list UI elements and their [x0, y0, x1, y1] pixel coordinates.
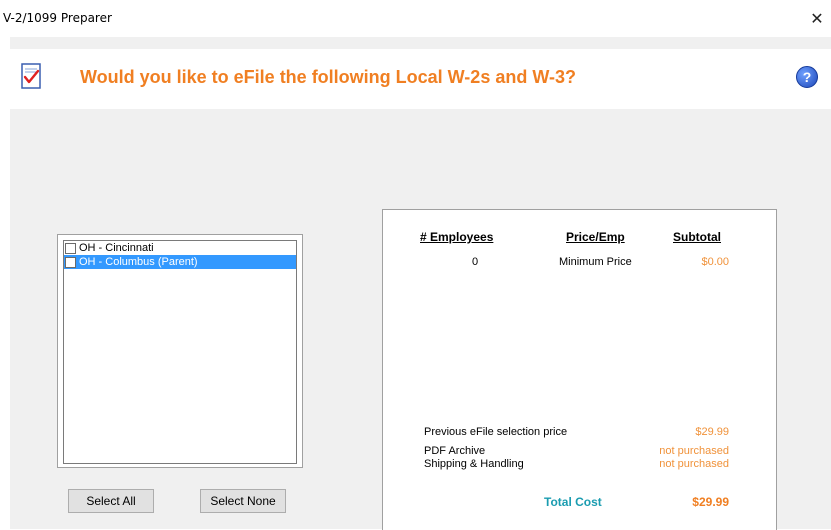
- subtotal-header: Subtotal: [673, 230, 721, 244]
- previous-efile-value: $29.99: [695, 426, 729, 438]
- shipping-value: not purchased: [659, 458, 729, 470]
- window-title: V-2/1099 Preparer: [3, 11, 112, 25]
- header-band: Would you like to eFile the following Lo…: [10, 49, 831, 109]
- close-icon: ✕: [810, 10, 824, 28]
- select-all-button[interactable]: Select All: [68, 489, 154, 513]
- checkbox[interactable]: [65, 242, 76, 254]
- price-per-emp-value: Minimum Price: [559, 256, 632, 268]
- select-none-button[interactable]: Select None: [200, 489, 286, 513]
- list-item-label: OH - Cincinnati: [79, 242, 154, 254]
- help-icon[interactable]: ?: [796, 66, 818, 88]
- list-item-label: OH - Columbus (Parent): [79, 256, 198, 268]
- page-title: Would you like to eFile the following Lo…: [80, 67, 576, 87]
- help-glyph: ?: [802, 69, 812, 85]
- total-cost-value: $29.99: [692, 495, 729, 509]
- close-button[interactable]: ✕: [803, 0, 831, 37]
- subtotal-value: $0.00: [701, 256, 729, 268]
- employees-header: # Employees: [420, 230, 494, 244]
- list-item-columbus[interactable]: OH - Columbus (Parent): [64, 255, 296, 269]
- pdf-archive-value: not purchased: [659, 445, 729, 457]
- employees-count: 0: [472, 256, 479, 268]
- pdf-archive-label: PDF Archive: [424, 445, 486, 457]
- dialog-body: Would you like to eFile the following Lo…: [10, 37, 831, 530]
- total-cost-label: Total Cost: [544, 495, 602, 509]
- document-check-icon: [21, 63, 41, 89]
- cost-summary-panel: # Employees Price/Emp Subtotal 0 Minimum…: [382, 209, 777, 530]
- checkbox[interactable]: [65, 256, 76, 268]
- locals-list-frame: OH - Cincinnati OH - Columbus (Parent): [57, 234, 303, 468]
- list-item-cincinnati[interactable]: OH - Cincinnati: [64, 241, 296, 255]
- price-per-emp-header: Price/Emp: [566, 230, 625, 244]
- previous-efile-label: Previous eFile selection price: [424, 426, 568, 438]
- locals-listbox[interactable]: OH - Cincinnati OH - Columbus (Parent): [63, 240, 297, 464]
- shipping-label: Shipping & Handling: [424, 458, 524, 470]
- title-bar: V-2/1099 Preparer ✕: [0, 0, 831, 37]
